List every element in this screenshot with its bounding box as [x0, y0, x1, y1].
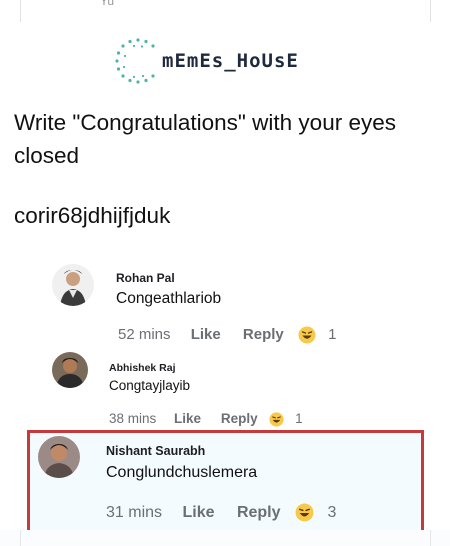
comment-author[interactable]: Rohan Pal: [116, 271, 175, 285]
cut-off-text: Yu: [100, 0, 115, 8]
like-button[interactable]: Like: [182, 504, 214, 522]
comment-time: 52 mins: [118, 326, 171, 343]
comment-text: Conglundchuslemera: [106, 464, 258, 481]
comment-time: 38 mins: [109, 411, 157, 426]
comment-text: Congtayjlayib: [109, 378, 191, 393]
frame-edge-left: [20, 0, 21, 22]
comment-meta: 52 mins Like Reply 1: [118, 326, 336, 344]
haha-emoji-icon[interactable]: [298, 326, 316, 344]
logo-ring-icon: [115, 38, 155, 84]
avatar-icon: [38, 436, 80, 478]
like-button[interactable]: Like: [191, 326, 221, 343]
like-button[interactable]: Like: [174, 411, 201, 426]
reaction-count: 1: [295, 411, 303, 426]
avatar[interactable]: [38, 436, 80, 478]
bottom-strip: [0, 530, 450, 546]
reply-button[interactable]: Reply: [243, 326, 284, 343]
avatar-icon: [52, 352, 88, 388]
frame-edge-left: [20, 530, 21, 546]
comment-author[interactable]: Abhishek Raj: [109, 362, 176, 374]
reply-button[interactable]: Reply: [237, 504, 281, 522]
reply-button[interactable]: Reply: [221, 411, 258, 426]
reaction-count: 1: [328, 326, 337, 343]
avatar[interactable]: [52, 352, 88, 388]
logo-text: mEmEs_HoUsE: [162, 50, 299, 72]
comment-time: 31 mins: [106, 503, 163, 521]
post-gibberish-text: corir68jdhijfjduk: [14, 203, 171, 228]
avatar[interactable]: [52, 264, 94, 306]
comment-meta: 38 mins Like Reply 1: [109, 411, 303, 427]
comment-meta: 31 mins Like Reply 3: [106, 503, 336, 522]
comment-text: Congeathlariob: [116, 290, 222, 307]
memes-house-logo: mEmEs_HoUsE: [110, 34, 350, 90]
comment-author[interactable]: Nishant Saurabh: [106, 444, 205, 458]
reaction-count: 3: [327, 503, 337, 521]
frame-edge-right: [430, 530, 431, 546]
avatar-icon: [52, 264, 94, 306]
post-text: Write "Congratulations" with your eyes c…: [14, 110, 396, 168]
frame-edge-right: [430, 0, 431, 22]
haha-emoji-icon[interactable]: [269, 412, 284, 427]
haha-emoji-icon[interactable]: [295, 503, 314, 522]
